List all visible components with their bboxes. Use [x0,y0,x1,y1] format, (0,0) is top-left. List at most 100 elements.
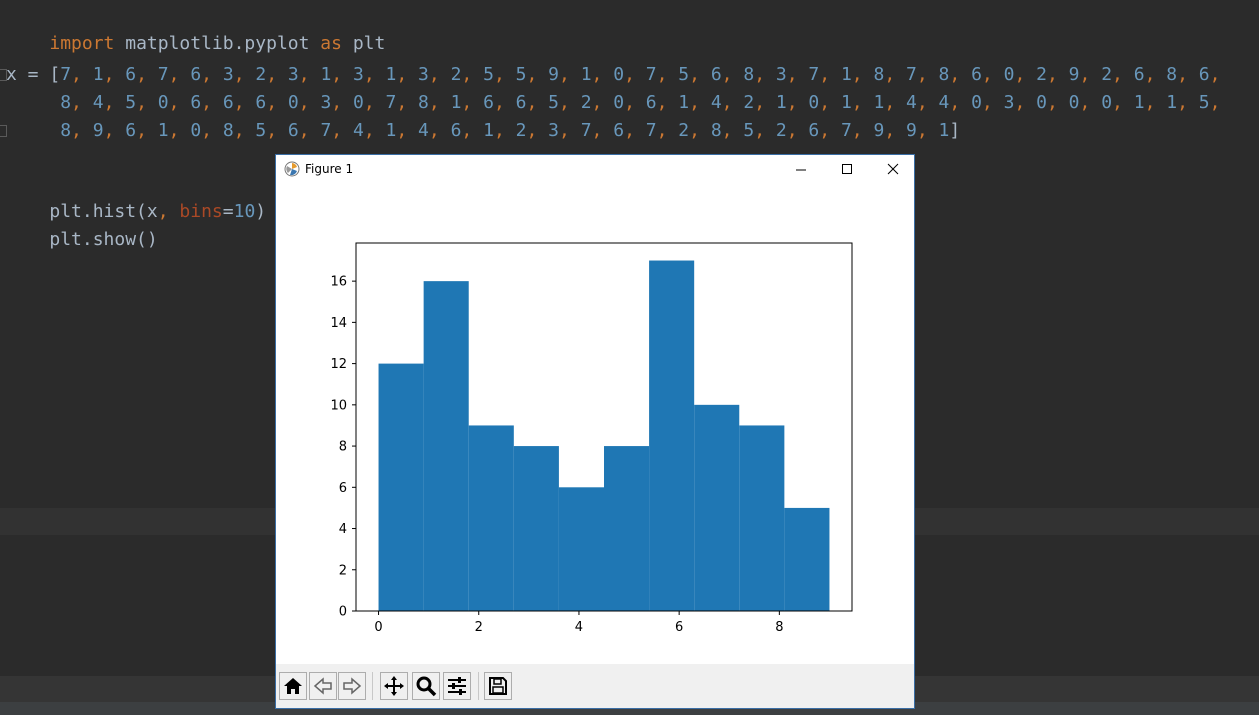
maximize-button[interactable] [824,155,870,185]
list-value: 1 [92,64,104,85]
list-value: 2 [255,64,267,85]
list-value: 1 [840,92,852,113]
list-value: 6 [125,120,137,141]
forward-button[interactable] [338,672,366,700]
list-value: 1 [483,120,494,141]
list-value: 7 [157,64,169,85]
minimize-button[interactable] [778,155,824,185]
home-icon [284,678,302,694]
list-value: 3 [548,120,559,141]
maximize-icon [842,164,852,174]
configure-button[interactable] [443,672,471,700]
list-value: 3 [775,64,787,85]
import-keyword: import [49,33,115,54]
module-name: matplotlib.pyplot [114,33,321,54]
list-value: 0 [1036,92,1047,113]
x-tick-label: 6 [675,620,683,635]
list-value: 0 [613,64,625,85]
list-value: 3 [222,64,234,85]
window-titlebar[interactable]: Figure 1 [276,155,914,185]
list-value: 6 [1133,64,1145,85]
list-value: 6 [808,120,820,141]
list-value: 3 [352,64,364,85]
list-value: 5 [678,64,690,85]
window-title: Figure 1 [305,162,354,176]
list-value: 5 [483,64,494,85]
list-value: 2 [743,92,755,113]
back-icon [313,677,332,695]
list-value: 4 [352,120,364,141]
histogram-bar [513,446,559,611]
pan-button[interactable] [380,672,408,700]
list-value: 2 [678,120,690,141]
y-tick-label: 6 [339,481,347,496]
list-value: 6 [971,64,982,85]
x-tick-label: 2 [475,620,483,635]
list-value: 8 [60,92,72,113]
hist-comma: , [157,201,169,222]
minimize-icon [796,169,806,171]
list-value: 4 [710,92,722,113]
close-button[interactable] [869,155,915,185]
list-value: 6 [190,92,202,113]
list-value: 6 [1198,64,1210,85]
list-value: 9 [92,120,104,141]
list-value: 0 [613,92,625,113]
list-value: 1 [385,120,397,141]
y-tick-label: 12 [330,357,347,372]
list-value: 0 [1101,92,1113,113]
list-value: 5 [1198,92,1210,113]
code-line-show: plt.show() [6,201,157,250]
list-value: 1 [840,64,852,85]
list-value: 2 [775,120,787,141]
list-value: 0 [287,92,299,113]
bins-param: bins [168,201,223,222]
fold-end-marker-icon[interactable] [0,125,7,137]
list-value: 8 [222,120,234,141]
list-value: 9 [873,120,885,141]
list-value: 3 [418,64,429,85]
histogram-bar [423,281,469,611]
list-value: 4 [92,92,104,113]
list-value: 1 [320,64,332,85]
forward-icon [343,677,362,695]
list-value: 7 [320,120,332,141]
figure-window: Figure 1 0 2 4 6 8 0 2 4 6 8 10 12 14 16 [275,154,915,709]
fold-marker-icon[interactable] [0,69,7,81]
back-button[interactable] [309,672,337,700]
list-value: 1 [385,64,397,85]
list-value: 5 [125,92,137,113]
list-value: 8 [938,64,950,85]
list-value: 2 [580,92,592,113]
list-value: 1 [580,64,592,85]
code-line-list-2: 8, 4, 5, 0, 6, 6, 6, 0, 3, 0, 7, 8, 1, 6… [60,92,1232,113]
figure-toolbar [276,664,914,708]
save-icon [489,677,507,695]
toolbar-separator [478,672,479,700]
save-button[interactable] [484,672,512,700]
list-value: 0 [1003,64,1015,85]
list-value: 3 [287,64,299,85]
zoom-button[interactable] [412,672,440,700]
y-tick-label: 0 [339,605,347,620]
as-keyword: as [320,33,342,54]
list-value: 0 [808,92,820,113]
y-tick-label: 10 [330,398,347,413]
list-value: 6 [190,64,202,85]
show-call: plt.show() [49,229,158,250]
histogram-bar [649,260,695,611]
list-value: 3 [320,92,332,113]
list-value: 4 [938,92,950,113]
list-value: 6 [515,92,527,113]
list-value: 5 [548,92,559,113]
list-value: 7 [60,64,72,85]
list-value: 3 [1003,92,1015,113]
alias-name: plt [341,33,386,54]
home-button[interactable] [279,672,307,700]
list-value: 2 [515,120,527,141]
list-value: 8 [1166,64,1178,85]
bins-value: 10 [233,201,256,222]
histogram-chart[interactable]: 0 2 4 6 8 0 2 4 6 8 10 12 14 16 [276,185,914,664]
hist-close: ) [255,201,267,222]
histogram-bar [694,404,740,611]
